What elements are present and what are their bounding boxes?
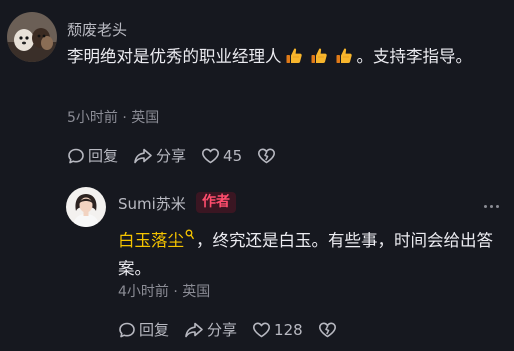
reply-button[interactable]: 回复 <box>67 145 118 166</box>
heart-icon <box>252 321 271 339</box>
like-count: 45 <box>223 146 243 165</box>
username[interactable]: Sumi苏米 <box>118 193 186 214</box>
mention-link[interactable]: 白玉落尘 <box>118 231 184 250</box>
heart-icon <box>201 147 220 165</box>
dislike-heart-icon <box>318 321 337 339</box>
comment-actions: 回复 分享 45 <box>67 145 291 166</box>
comment-icon <box>67 147 85 165</box>
username[interactable]: 颓废老头 <box>67 19 127 40</box>
share-button[interactable]: 分享 <box>133 145 186 166</box>
comment-text: 李明绝对是优秀的职业经理人 。支持李指导。 <box>67 43 487 74</box>
reply-label: 回复 <box>88 147 119 165</box>
comment-meta: 4小时前 · 英国 <box>118 284 211 300</box>
avatar[interactable] <box>66 187 106 227</box>
share-button[interactable]: 分享 <box>184 319 237 340</box>
comment-text: 白玉落尘 ，终究还是白玉。有些事，时间会给出答案。 <box>118 221 498 283</box>
comment-text-part: 李明绝对是优秀的职业经理人 <box>67 47 282 66</box>
share-label: 分享 <box>207 321 238 339</box>
reply-label: 回复 <box>139 321 170 339</box>
like-button[interactable]: 45 <box>201 147 242 165</box>
comment-icon <box>118 321 136 339</box>
comment-actions: 回复 分享 128 <box>118 319 352 340</box>
reply-button[interactable]: 回复 <box>118 319 169 340</box>
mention-icon <box>185 221 194 249</box>
like-count: 128 <box>274 320 303 339</box>
share-icon <box>133 147 153 165</box>
thumbs-up-icon <box>310 46 328 74</box>
like-button[interactable]: 128 <box>252 321 303 339</box>
more-icon[interactable] <box>484 205 499 208</box>
dislike-button[interactable] <box>257 147 276 165</box>
comment-text-part: 。支持李指导。 <box>356 47 473 66</box>
dislike-heart-icon <box>257 147 276 165</box>
dislike-button[interactable] <box>318 321 337 339</box>
comment-meta: 5小时前 · 英国 <box>67 110 160 126</box>
avatar[interactable] <box>7 12 57 62</box>
share-label: 分享 <box>156 147 187 165</box>
author-badge: 作者 <box>196 192 236 213</box>
share-icon <box>184 321 204 339</box>
thumbs-up-icon <box>285 46 303 74</box>
thumbs-up-icon <box>335 46 353 74</box>
